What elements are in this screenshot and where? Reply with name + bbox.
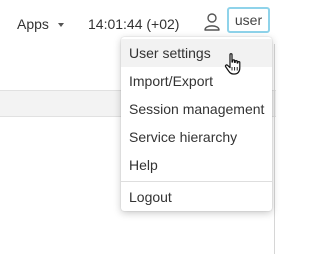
apps-menu-button[interactable]: Apps: [17, 15, 64, 33]
menu-item-import-export[interactable]: Import/Export: [121, 67, 272, 95]
menu-item-session-management[interactable]: Session management: [121, 95, 272, 123]
menu-item-help[interactable]: Help: [121, 151, 272, 179]
hand-pointer-icon: [224, 53, 241, 75]
menu-divider: [121, 181, 272, 182]
chevron-down-icon: [57, 23, 64, 27]
panel-divider: [274, 44, 275, 254]
clock: 14:01:44 (+02): [88, 16, 180, 32]
user-dropdown-menu: User settings Import/Export Session mana…: [121, 37, 272, 211]
apps-label: Apps: [17, 16, 49, 32]
menu-item-user-settings[interactable]: User settings: [121, 39, 272, 67]
user-menu-button[interactable]: user: [227, 7, 270, 33]
user-icon[interactable]: [203, 12, 221, 32]
user-label: user: [234, 12, 263, 28]
menu-item-service-hierarchy[interactable]: Service hierarchy: [121, 123, 272, 151]
menu-item-logout[interactable]: Logout: [121, 183, 272, 211]
